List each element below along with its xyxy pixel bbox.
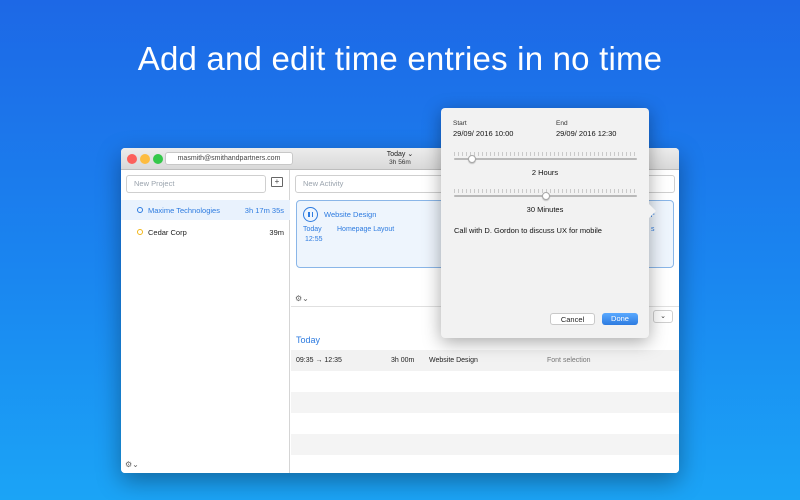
activity-gear-icon[interactable]: ⚙⌄ (295, 294, 309, 303)
project-name: Maxime Technologies (148, 206, 220, 215)
chevron-down-icon[interactable]: ⌄ (653, 310, 673, 323)
running-day: Today (303, 226, 322, 233)
project-color-icon (137, 207, 143, 213)
running-task: Homepage Layout (337, 226, 395, 233)
end-datetime-field[interactable]: 29/09/ 2016 12:30 (556, 129, 616, 138)
project-color-icon (137, 229, 143, 235)
start-label: Start (453, 120, 467, 127)
edit-entry-popover: Start 29/09/ 2016 10:00 End 29/09/ 2016 … (441, 108, 656, 338)
done-button[interactable]: Done (602, 313, 638, 325)
project-sidebar: New Project + Maxime Technologies 3h 17m… (121, 170, 290, 473)
entry-activity: Website Design (429, 357, 478, 364)
start-datetime-field[interactable]: 29/09/ 2016 10:00 (453, 129, 513, 138)
project-time: 3h 17m 35s (244, 206, 284, 215)
popover-arrow (649, 204, 656, 218)
hours-value: 2 Hours (531, 168, 559, 177)
headline: Add and edit time entries in no time (137, 40, 663, 77)
entry-duration: 3h 00m (391, 357, 415, 364)
project-item[interactable]: Cedar Corp 39m (121, 222, 290, 242)
new-project-input[interactable]: New Project (126, 175, 266, 193)
empty-row (291, 413, 679, 434)
zoom-window-button[interactable] (153, 154, 163, 164)
pause-icon[interactable] (303, 207, 318, 222)
project-item[interactable]: Maxime Technologies 3h 17m 35s (121, 200, 290, 220)
account-email-field[interactable]: masmith@smithandpartners.com (165, 152, 293, 165)
running-side-text: s (651, 226, 655, 233)
close-window-button[interactable] (127, 154, 137, 164)
minimize-window-button[interactable] (140, 154, 150, 164)
sidebar-gear-icon[interactable]: ⚙⌄ (125, 460, 139, 469)
date-selector-label: Today (386, 151, 406, 158)
hours-slider-ticks (454, 152, 637, 156)
minutes-value: 30 Minutes (526, 205, 564, 214)
running-time: 12:55 (305, 236, 323, 243)
minutes-slider-thumb[interactable] (541, 192, 550, 200)
project-name: Cedar Corp (148, 228, 187, 237)
empty-row (291, 392, 679, 413)
cancel-button[interactable]: Cancel (550, 313, 595, 325)
total-duration: 3h 56m (389, 159, 411, 166)
hours-slider-thumb[interactable] (468, 155, 477, 163)
empty-row (291, 371, 679, 392)
hours-slider[interactable] (454, 158, 637, 160)
end-label: End (556, 120, 568, 127)
entry-description: Font selection (547, 357, 591, 364)
chevron-down-icon: ⌄ (407, 151, 414, 158)
section-title: Today (296, 335, 321, 345)
date-selector[interactable]: Today ⌄ 3h 56m (357, 148, 443, 170)
empty-row (291, 455, 679, 473)
project-time: 39m (269, 228, 284, 237)
time-entry-row[interactable]: 09:35 → 12:35 3h 00m Website Design Font… (291, 350, 679, 371)
running-activity-name: Website Design (324, 210, 377, 219)
notes-field[interactable]: Call with D. Gordon to discuss UX for mo… (454, 226, 602, 235)
empty-row (291, 434, 679, 455)
entry-range: 09:35 → 12:35 (296, 357, 342, 364)
folder-plus-icon[interactable]: + (271, 177, 283, 187)
